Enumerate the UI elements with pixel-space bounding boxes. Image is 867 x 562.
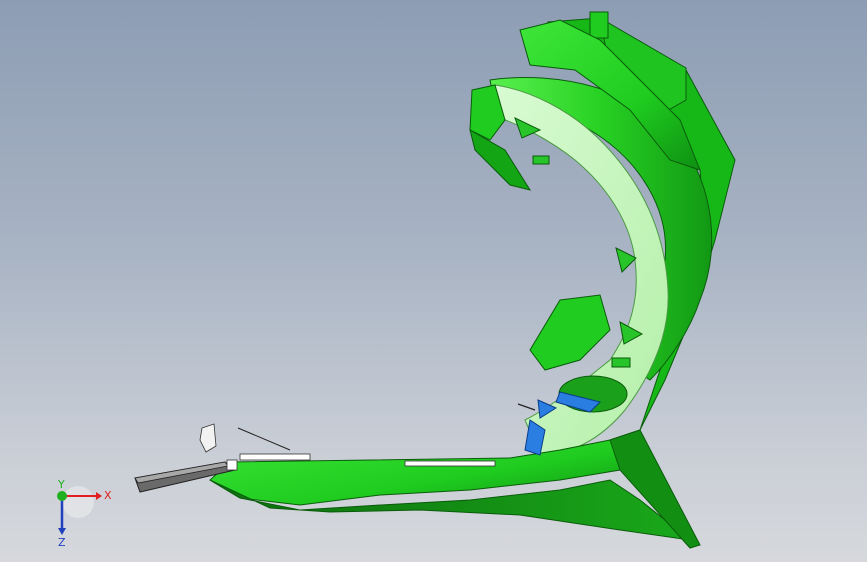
thin-rod-2 xyxy=(517,403,536,411)
3d-part-model[interactable] xyxy=(0,0,867,562)
thin-rod-1 xyxy=(237,427,291,451)
cutout-3 xyxy=(615,247,637,273)
x-axis-label: X xyxy=(104,489,112,502)
x-axis-arrow xyxy=(96,492,102,500)
y-axis-label: Y xyxy=(57,480,65,491)
cutout-5 xyxy=(611,357,631,368)
white-bracket xyxy=(199,423,217,453)
white-rail-2 xyxy=(404,460,496,467)
axis-triad[interactable]: X Y Z xyxy=(48,480,118,550)
z-axis-label: Z xyxy=(58,536,66,549)
white-clip xyxy=(226,459,238,471)
top-tab xyxy=(589,11,609,39)
y-axis-dot xyxy=(57,491,67,501)
mid-side-plate xyxy=(529,294,611,371)
cutout-2 xyxy=(532,155,550,165)
cad-viewport[interactable]: X Y Z xyxy=(0,0,867,562)
triad-shadow xyxy=(62,486,94,518)
left-fin xyxy=(469,128,532,191)
white-rail-1 xyxy=(239,453,311,461)
z-axis-arrow xyxy=(58,528,66,535)
